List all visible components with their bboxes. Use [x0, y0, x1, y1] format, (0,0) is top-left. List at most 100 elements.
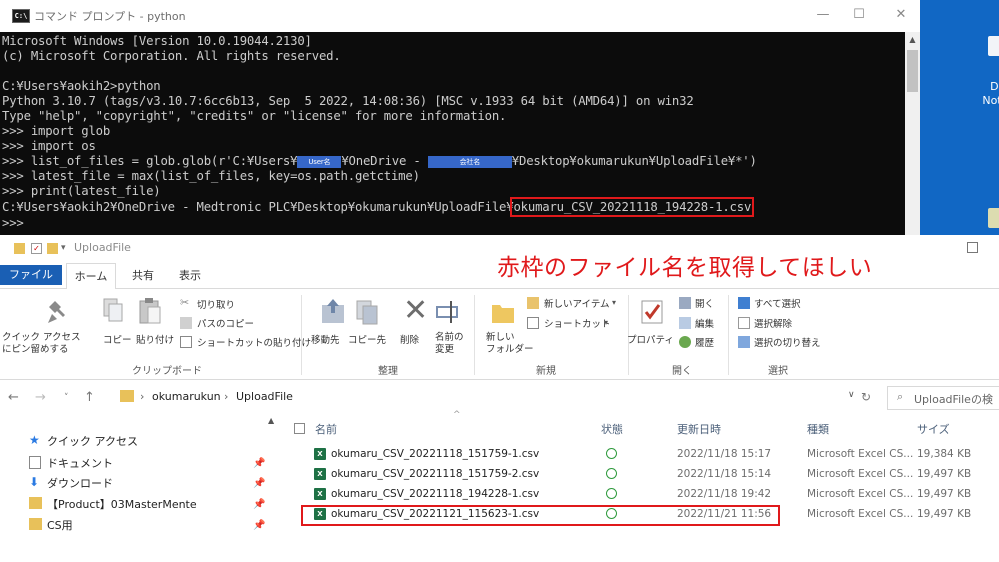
pin-icon[interactable]: 📌 — [253, 499, 265, 510]
new-folder-icon[interactable] — [47, 243, 58, 254]
copy-to-icon[interactable] — [355, 297, 379, 325]
copy-button[interactable]: コピー — [103, 332, 132, 346]
cmd-title-bar[interactable]: C:\ コマンド プロンプト - python — ☐ ✕ — [0, 0, 920, 32]
forward-arrow-icon[interactable]: → — [35, 390, 46, 405]
copy-path-icon[interactable] — [180, 317, 192, 329]
desktop-file-icon[interactable] — [988, 36, 999, 56]
customize-toolbar-icon[interactable]: ▾ — [61, 243, 72, 254]
console-scrollbar[interactable]: ▲ — [905, 32, 920, 235]
pin-icon[interactable] — [47, 299, 71, 327]
copy-path-button[interactable]: パスのコピー — [197, 316, 254, 330]
recent-locations-icon[interactable]: ˅ — [64, 393, 69, 403]
history-icon[interactable] — [679, 336, 691, 348]
open-button[interactable]: 開く — [695, 296, 714, 310]
new-item-icon[interactable] — [527, 297, 539, 309]
address-field[interactable]: › okumarukun › UploadFile ∨ — [108, 386, 855, 408]
synced-status-icon — [606, 468, 617, 479]
desktop-folder-icon[interactable] — [988, 208, 999, 228]
paste-icon[interactable] — [138, 297, 162, 325]
properties-button[interactable]: プロパティ — [627, 332, 674, 346]
tab-share[interactable]: 共有 — [132, 267, 154, 283]
pin-icon[interactable]: 📌 — [253, 478, 265, 489]
explorer-title-bar[interactable]: ✓ ▾ UploadFile 赤枠のファイル名を取得してほしい — [0, 238, 999, 281]
invert-selection-icon[interactable] — [738, 336, 750, 348]
copy-icon[interactable] — [102, 297, 126, 325]
group-open: 開く — [672, 366, 692, 377]
move-to-icon[interactable] — [320, 297, 344, 325]
console-line: >>> print(latest_file) — [2, 184, 161, 198]
select-none-button[interactable]: 選択解除 — [754, 316, 792, 330]
rename-button[interactable]: 名前の 変更 — [435, 332, 464, 356]
new-folder-big-icon[interactable] — [490, 297, 514, 325]
maximize-button[interactable]: ☐ — [844, 4, 874, 26]
move-to-button[interactable]: 移動先 — [311, 332, 340, 346]
navigation-scrollbar[interactable]: ▲ — [268, 416, 280, 562]
pin-quick-access-button[interactable]: クイック アクセス にピン留めする — [2, 332, 81, 356]
scissors-icon[interactable]: ✂ — [180, 297, 192, 309]
select-none-icon[interactable] — [738, 317, 750, 329]
tab-view[interactable]: 表示 — [179, 267, 201, 283]
history-button[interactable]: 履歴 — [695, 335, 714, 349]
properties-icon[interactable] — [640, 297, 664, 325]
scroll-thumb[interactable] — [907, 50, 918, 92]
excel-file-icon: X — [314, 448, 326, 460]
restore-icon[interactable] — [967, 242, 978, 253]
minimize-button[interactable]: — — [808, 4, 838, 26]
close-button[interactable]: ✕ — [886, 4, 916, 26]
column-size[interactable]: サイズ — [917, 421, 950, 437]
new-item-button[interactable]: 新しいアイテム — [544, 296, 610, 310]
group-select: 選択 — [768, 366, 788, 377]
ribbon-home: クイック アクセス にピン留めする コピー 貼り付け ✂ 切り取り パスのコピー… — [0, 289, 999, 380]
breadcrumb-uploadfile[interactable]: UploadFile — [236, 390, 293, 403]
sort-ascending-icon: ^ — [453, 410, 461, 420]
scroll-up-icon[interactable]: ▲ — [268, 416, 274, 425]
edit-icon[interactable] — [679, 317, 691, 329]
column-name[interactable]: 名前 — [315, 421, 337, 437]
rename-icon[interactable] — [435, 297, 459, 325]
delete-icon[interactable]: ✕ — [403, 296, 428, 326]
copy-to-button[interactable]: コピー先 — [348, 332, 386, 346]
back-arrow-icon[interactable]: ← — [8, 390, 19, 405]
paste-button[interactable]: 貼り付け — [136, 332, 174, 346]
address-dropdown-icon[interactable]: ∨ — [848, 390, 855, 400]
refresh-icon[interactable]: ↻ — [861, 390, 871, 404]
tab-home[interactable]: ホーム — [66, 263, 116, 289]
breadcrumb-okumarukun[interactable]: okumarukun — [152, 390, 221, 403]
shortcut-button[interactable]: ショートカット — [544, 316, 611, 330]
cut-button[interactable]: 切り取り — [197, 297, 235, 311]
select-all-checkbox[interactable] — [294, 423, 305, 434]
synced-status-icon — [606, 488, 617, 499]
edit-button[interactable]: 編集 — [695, 316, 714, 330]
column-status[interactable]: 状態 — [601, 421, 623, 437]
file-row[interactable]: X okumaru_CSV_20221118_151759-1.csv 2022… — [283, 445, 999, 465]
pin-icon[interactable]: 📌 — [253, 520, 265, 531]
column-type[interactable]: 種類 — [807, 421, 829, 437]
shortcut-icon[interactable] — [527, 317, 539, 329]
console-text: ¥OneDrive - — [341, 154, 428, 168]
open-icon[interactable] — [679, 297, 691, 309]
file-row[interactable]: X okumaru_CSV_20221118_151759-2.csv 2022… — [283, 465, 999, 485]
properties-check-icon[interactable]: ✓ — [31, 243, 42, 254]
select-all-button[interactable]: すべて選択 — [754, 296, 800, 310]
search-field[interactable]: ⌕ UploadFileの検 — [887, 386, 999, 410]
column-modified[interactable]: 更新日時 — [677, 421, 721, 437]
file-row[interactable]: X okumaru_CSV_20221118_194228-1.csv 2022… — [283, 485, 999, 505]
group-clipboard: クリップボード — [132, 366, 202, 377]
scroll-up-icon[interactable]: ▲ — [905, 32, 920, 47]
dropdown-icon[interactable]: ▾ — [604, 317, 616, 329]
tab-file[interactable]: ファイル — [0, 265, 62, 285]
nav-item-label: 【Product】03MasterMente — [47, 498, 197, 511]
console-output[interactable]: Microsoft Windows [Version 10.0.19044.21… — [0, 32, 905, 235]
excel-file-icon: X — [314, 488, 326, 500]
invert-selection-button[interactable]: 選択の切り替え — [754, 335, 821, 349]
delete-button[interactable]: 削除 — [400, 332, 419, 346]
up-arrow-icon[interactable]: ↑ — [84, 390, 95, 405]
paste-shortcut-button[interactable]: ショートカットの貼り付け — [197, 335, 311, 349]
highlighted-filename: okumaru_CSV_20221118_194228-1.csv — [510, 197, 755, 217]
new-folder-button[interactable]: 新しい フォルダー — [486, 332, 534, 356]
pin-icon[interactable]: 📌 — [253, 458, 265, 469]
paste-shortcut-icon[interactable] — [180, 336, 192, 348]
select-all-icon[interactable] — [738, 297, 750, 309]
file-size: 19,497 KB — [917, 468, 972, 480]
dropdown-icon[interactable]: ▾ — [612, 297, 624, 309]
